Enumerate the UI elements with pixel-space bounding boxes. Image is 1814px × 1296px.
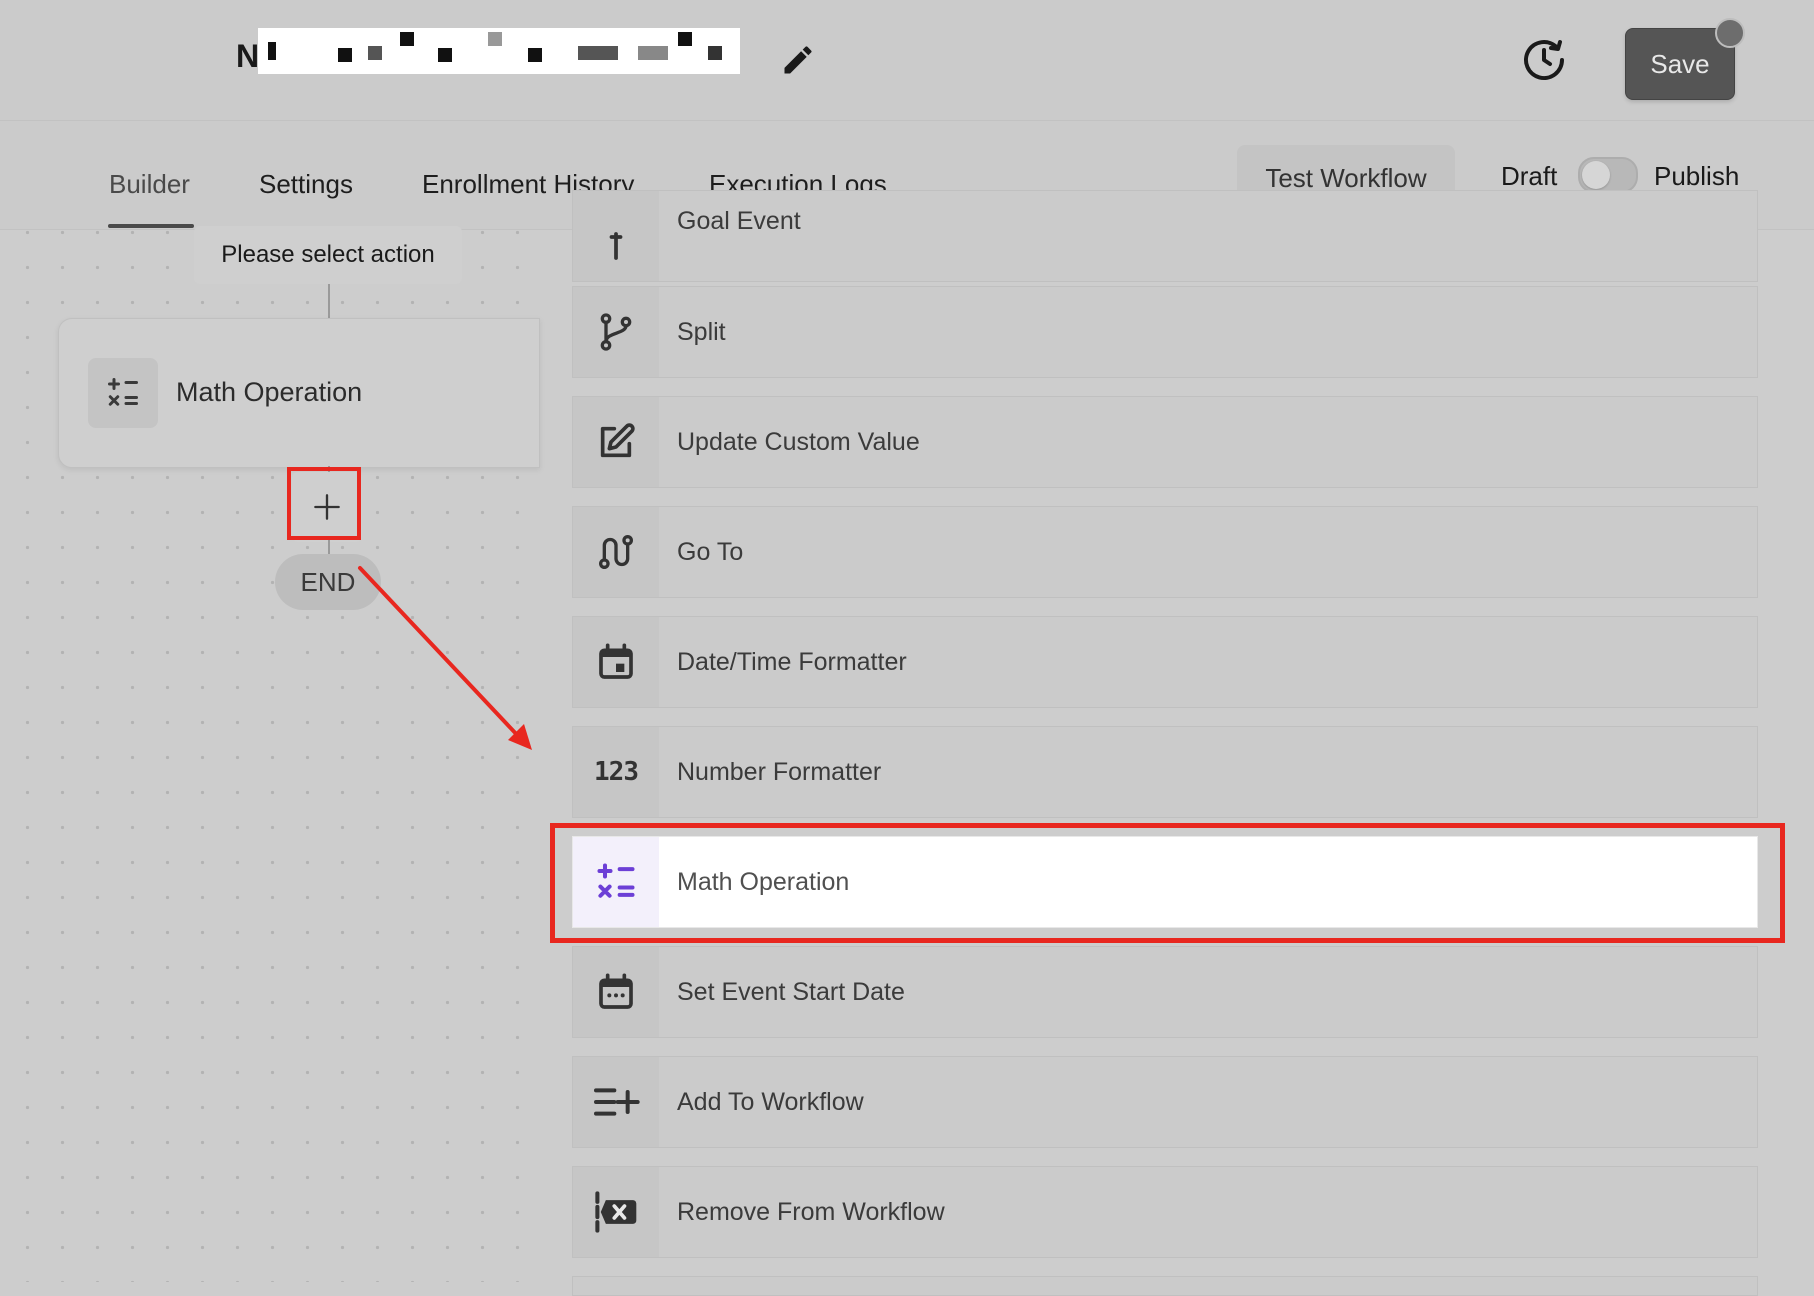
- annotation-arrow: [358, 566, 532, 750]
- publish-toggle[interactable]: [1578, 157, 1638, 193]
- annotation-highlight-box: [550, 823, 1785, 943]
- select-action-prompt[interactable]: Please select action: [194, 226, 462, 284]
- list-add-icon: [573, 1057, 659, 1147]
- action-label: Number Formatter: [677, 757, 882, 786]
- action-go-to[interactable]: Go To: [572, 506, 1758, 598]
- calendar-dots-icon: [573, 947, 659, 1037]
- action-label: Split: [677, 317, 726, 346]
- action-remove-from-workflow[interactable]: Remove From Workflow: [572, 1166, 1758, 1258]
- math-operation-icon: [88, 358, 158, 428]
- go-to-icon: [573, 507, 659, 597]
- annotation-highlight-box: [287, 467, 361, 540]
- goal-event-icon: [573, 191, 659, 281]
- edit-pencil-icon[interactable]: [780, 42, 816, 78]
- action-set-event-start-date[interactable]: Set Event Start Date: [572, 946, 1758, 1038]
- action-label: Date/Time Formatter: [677, 647, 907, 676]
- node-label: Math Operation: [176, 377, 363, 407]
- redacted-title-block: [258, 28, 740, 74]
- action-label: Update Custom Value: [677, 427, 920, 456]
- edit-square-icon: [573, 397, 659, 487]
- unsaved-indicator-dot: [1715, 18, 1745, 48]
- action-goal-event[interactable]: Goal Event: [572, 190, 1758, 282]
- action-label: Go To: [677, 537, 744, 566]
- action-date-time-formatter[interactable]: Date/Time Formatter: [572, 616, 1758, 708]
- history-clock-icon[interactable]: [1520, 36, 1568, 84]
- action-label: Goal Event: [677, 207, 801, 235]
- number-formatter-icon: 123: [573, 727, 659, 817]
- split-icon: [573, 287, 659, 377]
- action-number-formatter[interactable]: 123 Number Formatter: [572, 726, 1758, 818]
- action-update-custom-value[interactable]: Update Custom Value: [572, 396, 1758, 488]
- draft-label: Draft: [1501, 161, 1558, 191]
- tab-settings[interactable]: Settings: [259, 169, 353, 200]
- calendar-icon: [573, 617, 659, 707]
- toggle-knob: [1582, 161, 1610, 189]
- connector-line: [328, 284, 330, 318]
- connector-line: [328, 540, 330, 554]
- action-partial-next[interactable]: [572, 1276, 1758, 1296]
- action-label: Remove From Workflow: [677, 1197, 945, 1226]
- number-glyph: 123: [594, 757, 639, 787]
- tab-builder[interactable]: Builder: [109, 169, 190, 200]
- action-split[interactable]: Split: [572, 286, 1758, 378]
- action-add-to-workflow[interactable]: Add To Workflow: [572, 1056, 1758, 1148]
- workflow-title[interactable]: N: [236, 38, 260, 75]
- active-tab-underline: [108, 224, 194, 228]
- action-label: Set Event Start Date: [677, 977, 905, 1006]
- publish-label: Publish: [1654, 161, 1740, 191]
- remove-workflow-icon: [573, 1167, 659, 1257]
- action-label: Add To Workflow: [677, 1087, 864, 1116]
- top-header: N Save: [0, 0, 1814, 121]
